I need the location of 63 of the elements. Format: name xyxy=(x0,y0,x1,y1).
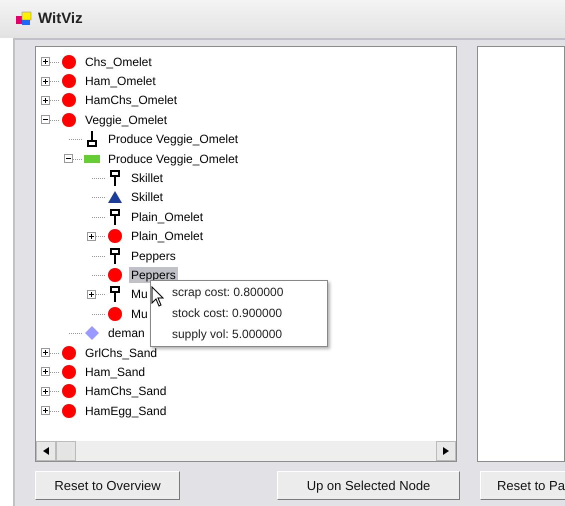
window-title: WitViz xyxy=(38,8,83,29)
tree-item[interactable]: Ham_Omelet xyxy=(83,73,158,90)
tree-item[interactable]: HamChs_Sand xyxy=(83,383,168,400)
circle-icon xyxy=(62,112,76,127)
expand-toggle[interactable] xyxy=(41,406,50,416)
tooltip-line: scrap cost: 0.800000 xyxy=(172,284,284,301)
tree-item[interactable]: Peppers xyxy=(129,248,178,264)
tree-item[interactable]: Skillet xyxy=(129,189,166,206)
tree-item[interactable]: Veggie_Omelet xyxy=(83,112,170,128)
expand-toggle[interactable] xyxy=(41,367,50,376)
expand-toggle[interactable] xyxy=(41,76,50,86)
app-icon xyxy=(16,11,32,27)
circle-icon xyxy=(62,93,76,108)
tooltip-line: supply vol: 5.000000 xyxy=(172,326,284,343)
collapse-toggle[interactable] xyxy=(64,154,73,164)
circle-icon xyxy=(108,306,122,321)
expand-toggle[interactable] xyxy=(41,96,50,105)
anchor-pin-icon xyxy=(87,131,97,148)
scroll-thumb[interactable] xyxy=(56,441,76,461)
circle-icon xyxy=(62,346,76,360)
tree-item[interactable]: HamEgg_Sand xyxy=(83,402,168,419)
tree-item[interactable]: Peppers xyxy=(129,266,178,283)
pin-icon xyxy=(110,208,120,225)
pin-icon xyxy=(110,170,120,186)
expand-toggle[interactable] xyxy=(41,57,50,66)
action-button[interactable]: Reset to Overview xyxy=(35,471,180,500)
left-arrow-icon xyxy=(43,447,49,455)
expand-toggle[interactable] xyxy=(41,348,50,358)
diamond-icon xyxy=(85,326,99,340)
tree-item[interactable]: Mu xyxy=(129,306,150,322)
tree-item[interactable]: Plain_Omelet xyxy=(129,208,206,225)
tree-item[interactable]: Produce Veggie_Omelet xyxy=(106,131,240,148)
circle-icon xyxy=(62,404,76,418)
tooltip-line: stock cost: 0.900000 xyxy=(172,305,284,322)
triangle-icon xyxy=(108,191,122,204)
circle-icon xyxy=(108,229,122,244)
right-arrow-icon xyxy=(443,447,449,455)
tree-item[interactable]: Plain_Omelet xyxy=(129,228,206,244)
scroll-right-button[interactable] xyxy=(436,441,456,461)
circle-icon xyxy=(62,364,76,379)
tree-item[interactable]: Ham_Sand xyxy=(83,364,148,380)
bar-icon xyxy=(84,154,100,163)
expand-toggle[interactable] xyxy=(87,232,96,241)
action-button[interactable]: Reset to Pa xyxy=(480,471,565,500)
pin-icon xyxy=(110,286,120,302)
tree-item[interactable]: Skillet xyxy=(129,170,166,186)
expand-toggle[interactable] xyxy=(41,386,50,396)
tree-item[interactable]: Mu xyxy=(129,286,150,302)
circle-icon xyxy=(62,74,76,88)
circle-icon xyxy=(62,384,76,398)
action-button[interactable]: Up on Selected Node xyxy=(277,471,460,500)
circle-icon xyxy=(62,54,76,69)
tree-item[interactable]: Chs_Omelet xyxy=(83,54,154,70)
tree-item[interactable]: HamChs_Omelet xyxy=(83,92,180,108)
collapse-toggle[interactable] xyxy=(41,115,50,124)
circle-icon xyxy=(108,268,122,282)
tree-item[interactable]: deman xyxy=(106,325,147,342)
tree-item[interactable]: Produce Veggie_Omelet xyxy=(106,150,240,167)
pin-icon xyxy=(110,248,120,264)
horizontal-scrollbar[interactable] xyxy=(36,441,456,461)
scroll-left-button[interactable] xyxy=(36,441,56,461)
expand-toggle[interactable] xyxy=(87,290,96,299)
tree-item[interactable]: GrlChs_Sand xyxy=(83,344,160,361)
